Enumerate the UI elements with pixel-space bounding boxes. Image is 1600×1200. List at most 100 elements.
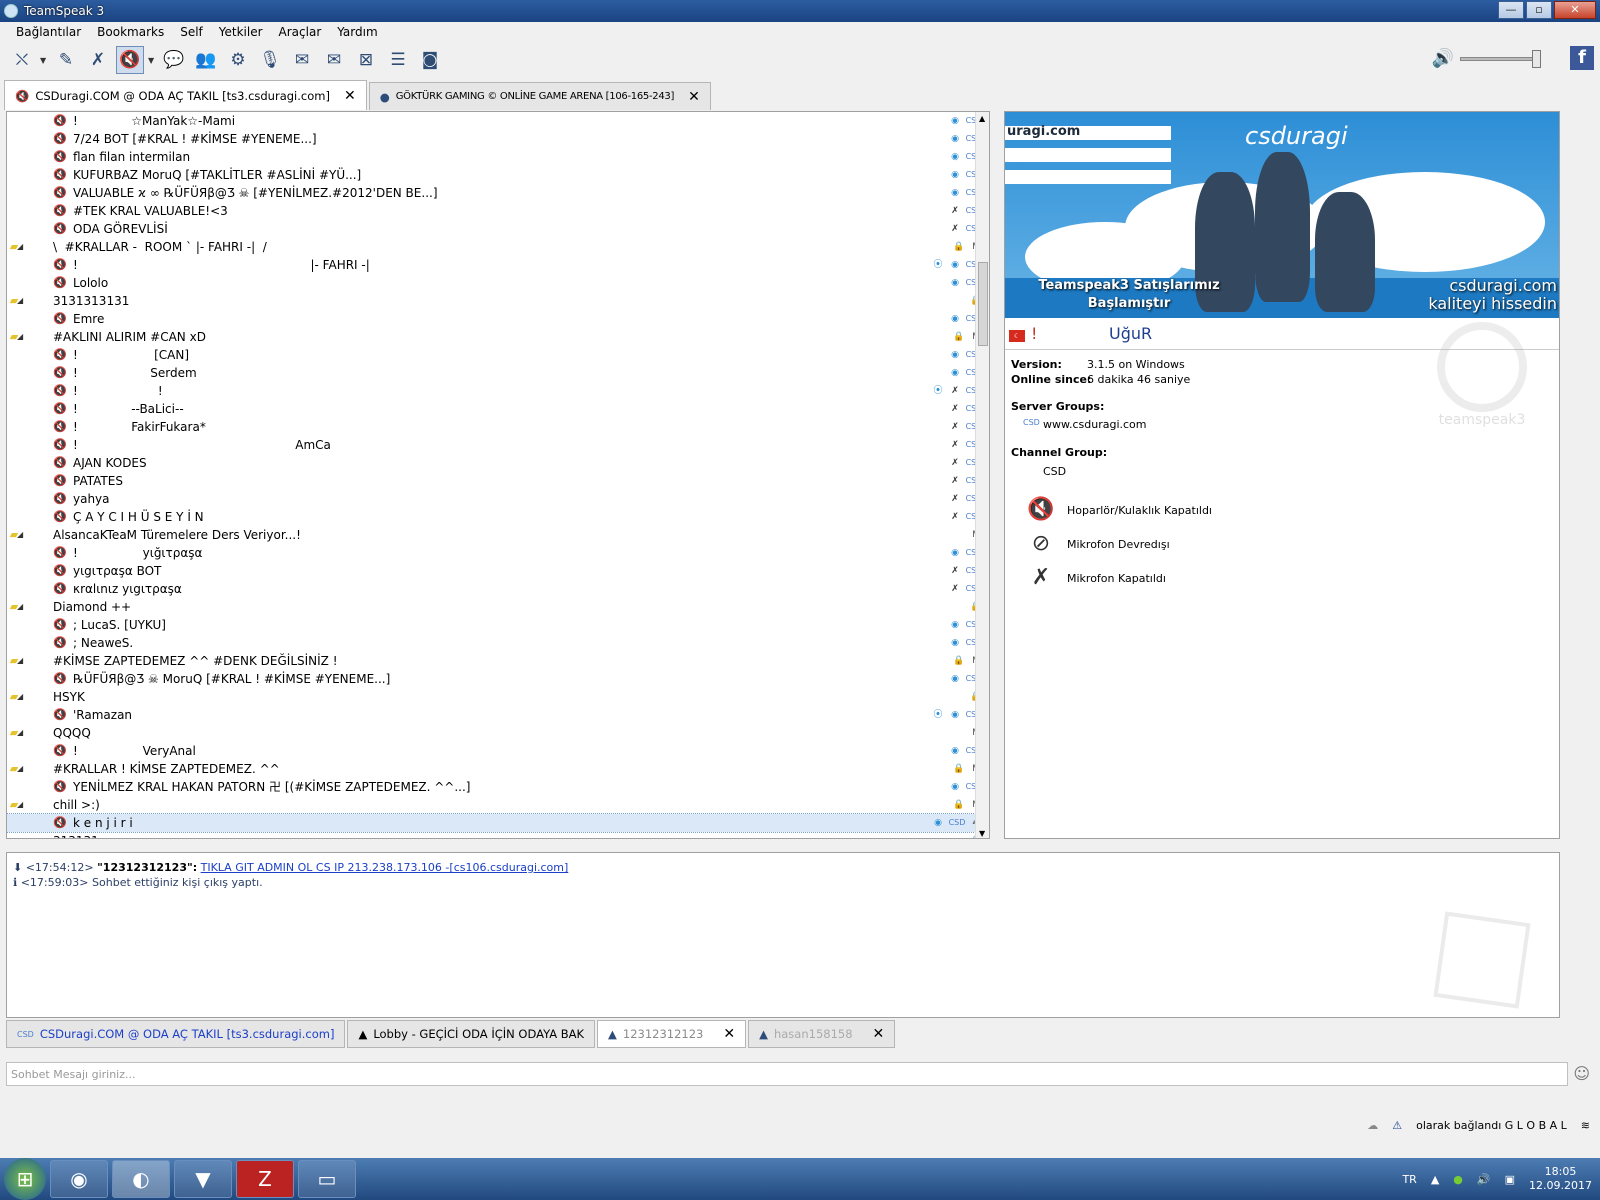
client-row[interactable]: 🔇 κrαlιnιz yιgιτραşα ✗ CSD xyxy=(7,580,989,598)
shield-app-icon[interactable]: ▼ xyxy=(174,1160,232,1198)
client-row[interactable]: 🔇; LucaS. [UYKU] ◉ CSD xyxy=(7,616,989,634)
client-row[interactable]: 🔇 KUFURBAZ MoruQ [#TAKLİTLER #ASLİNİ #YÜ.… xyxy=(7,166,989,184)
client-row[interactable]: 🔇! ! ⦿ ✗ CSD xyxy=(7,382,989,400)
channel-row[interactable]: ◢▰3131313131🔒 xyxy=(7,292,989,310)
channel-row[interactable]: ◢▰\ #KRALLAR - ROOM ` |- FAHRI -| /🔒M xyxy=(7,238,989,256)
close-button[interactable]: ✕ xyxy=(1554,1,1596,19)
chat-tab-private[interactable]: ▲ 12312312123 ✕ xyxy=(597,1020,747,1048)
menu-baglantilar[interactable]: Bağlantılar xyxy=(8,25,89,39)
client-row[interactable]: 🔇 flan filan intermilan ◉ CSD xyxy=(7,148,989,166)
scrollbar-thumb[interactable] xyxy=(978,262,988,346)
scroll-down-icon[interactable]: ▼ xyxy=(979,829,985,838)
client-row[interactable]: 🔇 #TEK KRAL VALUABLE!<3 ✗ CSD xyxy=(7,202,989,220)
start-button[interactable]: ⊞ xyxy=(4,1158,46,1200)
filezilla-app-icon[interactable]: Z xyxy=(236,1160,294,1198)
maximize-button[interactable]: ▫ xyxy=(1526,1,1552,19)
channel-row[interactable]: ◢ ▰ #KİMSE ZAPTEDEMEZ ^^ #DENK DEĞİLSİNİZ … xyxy=(7,652,989,670)
client-row[interactable]: 🔇! yιğιτραşα ◉ CSD xyxy=(7,544,989,562)
channel-row[interactable]: ◢▰Diamond ++🔒 xyxy=(7,598,989,616)
menu-yetkiler[interactable]: Yetkiler xyxy=(211,25,271,39)
server-tab-gokturk[interactable]: ● GÖKTÜRK GAMING © ONLİNE GAME ARENA [10… xyxy=(368,82,711,110)
warning-icon[interactable]: ⚠ xyxy=(1392,1119,1402,1132)
client-row[interactable]: 🔇! ☆ManYak☆-Mami ◉ CSD xyxy=(7,112,989,130)
ban-list-icon[interactable]: ☰ xyxy=(384,46,412,74)
client-row[interactable]: 🔇 VALUABLE ϰ ∞ ℞ÜFÜЯβ@Ʒ ☠ [#YENİLMEZ.#201… xyxy=(7,184,989,202)
connect-icon[interactable]: ⛌ xyxy=(8,46,36,74)
mute-dropdown-icon[interactable]: ▼ xyxy=(148,56,156,65)
server-tab-csduragi[interactable]: 🔇 CSDuragi.COM @ ODA AÇ TAKIL [ts3.csdur… xyxy=(4,80,367,110)
volume-slider-knob[interactable] xyxy=(1532,49,1541,68)
volume-tray-icon[interactable]: 🔊 xyxy=(1477,1173,1491,1186)
client-row[interactable]: 🔇 Lololo ◉ CSD xyxy=(7,274,989,292)
client-row[interactable]: 🔇 Ç A Y C I H Ü S E Y İ N ✗ CSD xyxy=(7,508,989,526)
client-row[interactable]: 🔇k e n j i r i◉CSD✍ xyxy=(7,813,989,833)
close-tab-icon[interactable]: ✕ xyxy=(723,1026,735,1042)
clock[interactable]: 18:05 12.09.2017 xyxy=(1529,1165,1592,1193)
client-row[interactable]: 🔇 Emre ◉ CSD xyxy=(7,310,989,328)
client-row[interactable]: 🔇; NeaweS. ◉ CSD xyxy=(7,634,989,652)
language-indicator[interactable]: TR xyxy=(1402,1173,1416,1186)
whisper-icon[interactable]: ✉ xyxy=(288,46,316,74)
screenshot-icon[interactable]: ◙ xyxy=(416,46,444,74)
connect-dropdown-icon[interactable]: ▼ xyxy=(40,56,48,65)
menu-yardim[interactable]: Yardım xyxy=(329,25,385,39)
explorer-app-icon[interactable]: ▭ xyxy=(298,1160,356,1198)
chat-icon[interactable]: 💬 xyxy=(160,46,188,74)
chrome-app-icon[interactable]: ◉ xyxy=(50,1160,108,1198)
channel-row[interactable]: ◢▰HSYK🔒 xyxy=(7,688,989,706)
volume-slider[interactable] xyxy=(1460,49,1541,68)
minimize-button[interactable]: — xyxy=(1498,1,1524,19)
client-row[interactable]: 🔇 YENİLMEZ KRAL HAKAN PATORN 卍 [(#KİMSE Z… xyxy=(7,778,989,796)
disconnect-icon[interactable]: ✎ xyxy=(52,46,80,74)
teamspeak-app-icon[interactable]: ◐ xyxy=(112,1160,170,1198)
channel-row[interactable]: ◢▰QQQQM xyxy=(7,724,989,742)
client-row[interactable]: 🔇 PATATES ✗ CSD xyxy=(7,472,989,490)
client-row[interactable]: 🔇 ℞ÜFÜЯβ@Ʒ ☠ MoruQ [#KRAL ! #KİMSE #YENEM… xyxy=(7,670,989,688)
chat-tab-private-2[interactable]: ▲ hasan158158 ✕ xyxy=(748,1020,896,1048)
channel-row[interactable]: ◢▰#AKLINI ALIRIM #CAN xD🔒M xyxy=(7,328,989,346)
chat-tab-server[interactable]: CSD CSDuragi.COM @ ODA AÇ TAKIL [ts3.csd… xyxy=(6,1020,346,1048)
client-row[interactable]: 🔇! [CAN] ◉ CSD xyxy=(7,346,989,364)
server-banner[interactable]: uragi.com csduragi Teamspeak3 Satışlarım… xyxy=(1005,112,1559,318)
away-icon[interactable]: ✗ xyxy=(84,46,112,74)
teamspeak-tray-icon[interactable]: ● xyxy=(1453,1173,1463,1186)
chat-tab-channel[interactable]: ▲ Lobby - GEÇİCİ ODA İÇİN ODAYA BAK xyxy=(347,1020,596,1048)
channel-row[interactable]: ◢▰chill >:)🔒M xyxy=(7,796,989,814)
channel-row[interactable]: ◢ ▰ AlsancaKTeaM Türemelere Ders Veriyor..… xyxy=(7,526,989,544)
kick-icon[interactable]: ⊠ xyxy=(352,46,380,74)
client-row[interactable]: 🔇 yιgιτραşα BOT ✗ CSD xyxy=(7,562,989,580)
close-tab-icon[interactable]: ✕ xyxy=(344,88,356,104)
client-row[interactable]: 🔇 yahya ✗ CSD xyxy=(7,490,989,508)
push-to-talk-icon[interactable]: ✉ xyxy=(320,46,348,74)
close-tab-icon[interactable]: ✕ xyxy=(688,89,700,105)
facebook-icon[interactable]: f xyxy=(1570,46,1594,70)
client-row[interactable]: 🔇 'Ramazan ⦿ ◉ CSD xyxy=(7,706,989,724)
tray-expand-icon[interactable]: ▲ xyxy=(1431,1173,1439,1186)
mute-speakers-icon[interactable]: 🔇 xyxy=(116,46,144,74)
menu-araclar[interactable]: Araçlar xyxy=(271,25,330,39)
network-tray-icon[interactable]: ▣ xyxy=(1505,1173,1515,1186)
chat-input[interactable]: Sohbet Mesajı giriniz... xyxy=(6,1062,1568,1086)
client-row[interactable]: 🔇 ODA GÖREVLİSİ ✗ CSD xyxy=(7,220,989,238)
client-row[interactable]: 🔇! AmCa ✗ CSD xyxy=(7,436,989,454)
client-row[interactable]: 🔇! VeryAnal ◉ CSD xyxy=(7,742,989,760)
channel-row[interactable]: ◢▰313131🔒 xyxy=(7,832,989,838)
client-row[interactable]: 🔇 AJAN KODES ✗ CSD xyxy=(7,454,989,472)
menu-self[interactable]: Self xyxy=(172,25,211,39)
client-row[interactable]: 🔇! --BaLici-- ✗ CSD xyxy=(7,400,989,418)
mic-off-icon[interactable]: 🎙 xyxy=(256,46,284,74)
client-row[interactable]: 🔇! FakirFukara* ✗ CSD xyxy=(7,418,989,436)
client-row[interactable]: 🔇! Serdem ◉ CSD xyxy=(7,364,989,382)
channel-row[interactable]: ◢▰#KRALLAR ! KİMSE ZAPTEDEMEZ. ^^🔒M xyxy=(7,760,989,778)
client-row[interactable]: 🔇! |- FAHRI -| ⦿ ◉ CSD xyxy=(7,256,989,274)
contacts-icon[interactable]: 👥 xyxy=(192,46,220,74)
close-tab-icon[interactable]: ✕ xyxy=(873,1026,885,1042)
chat-link[interactable]: TIKLA GIT ADMIN OL CS IP 213.238.173.106… xyxy=(201,861,569,874)
chat-sender[interactable]: "12312312123": xyxy=(97,861,197,874)
scroll-up-icon[interactable]: ▲ xyxy=(979,114,985,123)
client-row[interactable]: 🔇 7/24 BOT [#KRAL ! #KİMSE #YENEME...] ◉ CS… xyxy=(7,130,989,148)
settings-icon[interactable]: ⚙ xyxy=(224,46,252,74)
emoticon-icon[interactable]: ☺ xyxy=(1573,1064,1590,1083)
tree-scrollbar[interactable]: ▲ ▼ xyxy=(975,112,989,838)
menu-bookmarks[interactable]: Bookmarks xyxy=(89,25,172,39)
